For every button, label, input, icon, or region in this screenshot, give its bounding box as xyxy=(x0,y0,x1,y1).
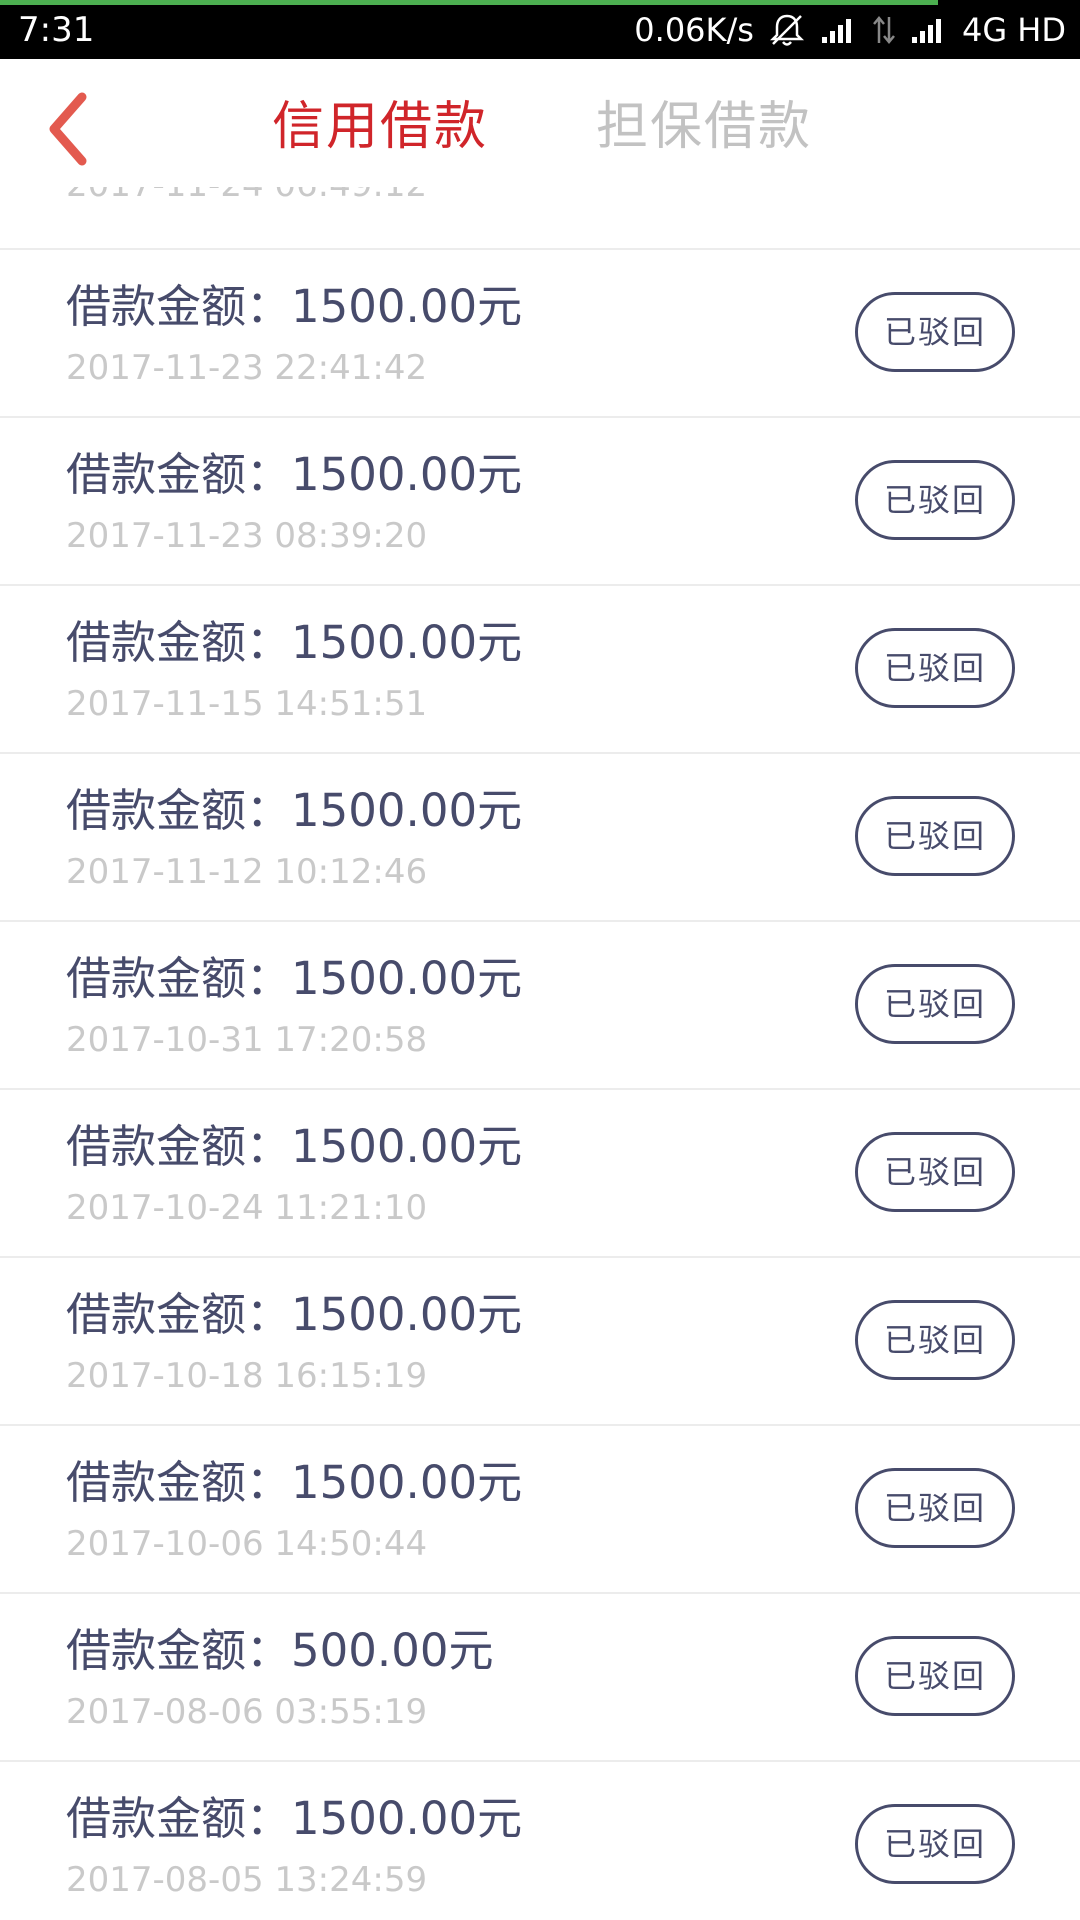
list-item: 借款金额：1500.00元 2017-10-24 11:21:10 已驳回 xyxy=(0,1090,1080,1258)
list-item: 借款金额：1500.00元 2017-10-06 14:50:44 已驳回 xyxy=(0,1426,1080,1594)
list-item: 借款金额：1500.00元 2017-11-23 08:39:20 已驳回 xyxy=(0,418,1080,586)
status-badge[interactable]: 已驳回 xyxy=(855,628,1015,708)
loan-date: 2017-11-12 10:12:46 xyxy=(66,852,428,892)
list-item: 借款金额：1500.00元 2017-11-12 10:12:46 已驳回 xyxy=(0,754,1080,922)
loan-amount: 借款金额：1500.00元 xyxy=(66,1456,523,1509)
net-speed: 0.06K/s xyxy=(634,11,754,49)
status-badge[interactable]: 已驳回 xyxy=(855,1468,1015,1548)
status-badge[interactable]: 已驳回 xyxy=(855,964,1015,1044)
loan-date: 2017-11-23 22:41:42 xyxy=(66,348,428,388)
loan-date: 2017-08-05 13:24:59 xyxy=(66,1860,428,1900)
loan-amount: 借款金额：1500.00元 xyxy=(66,952,523,1005)
list-item: 借款金额：1500.00元 2017-11-23 22:41:42 已驳回 xyxy=(0,250,1080,418)
loan-amount: 借款金额：1500.00元 xyxy=(66,784,523,837)
back-button[interactable] xyxy=(40,89,106,169)
loan-list[interactable]: 2017-11-24 06:49:12 借款金额：1500.00元 2017-1… xyxy=(0,187,1080,1920)
tab-credit-loan[interactable]: 信用借款 xyxy=(272,97,488,157)
status-bar: 7:31 0.06K/s 4G HD xyxy=(0,0,1080,59)
muted-bell-icon xyxy=(768,11,806,49)
loan-date: 2017-10-18 16:15:19 xyxy=(66,1356,428,1396)
loan-amount: 借款金额：1500.00元 xyxy=(66,1792,523,1845)
list-item: 借款金额：1500.00元 2017-08-05 13:24:59 已驳回 xyxy=(0,1762,1080,1920)
network-type: 4G HD xyxy=(961,11,1066,49)
status-badge[interactable]: 已驳回 xyxy=(855,1636,1015,1716)
list-item: 借款金额：1500.00元 2017-10-18 16:15:19 已驳回 xyxy=(0,1258,1080,1426)
loan-amount: 借款金额：1500.00元 xyxy=(66,448,523,501)
status-badge[interactable]: 已驳回 xyxy=(855,1804,1015,1884)
loan-amount: 借款金额：500.00元 xyxy=(66,1624,494,1677)
list-item: 2017-11-24 06:49:12 xyxy=(0,187,1080,250)
loan-amount: 借款金额：1500.00元 xyxy=(66,1288,523,1341)
list-item: 借款金额：500.00元 2017-08-06 03:55:19 已驳回 xyxy=(0,1594,1080,1762)
loan-date: 2017-10-24 11:21:10 xyxy=(66,1188,428,1228)
loan-date: 2017-10-31 17:20:58 xyxy=(66,1020,428,1060)
data-arrows-icon xyxy=(872,15,896,45)
loan-date: 2017-08-06 03:55:19 xyxy=(66,1692,428,1732)
loan-amount: 借款金额：1500.00元 xyxy=(66,1120,523,1173)
list-item: 借款金额：1500.00元 2017-10-31 17:20:58 已驳回 xyxy=(0,922,1080,1090)
page-load-progress xyxy=(0,0,938,5)
status-badge[interactable]: 已驳回 xyxy=(855,796,1015,876)
loan-date: 2017-11-24 06:49:12 xyxy=(66,187,427,205)
status-badge[interactable]: 已驳回 xyxy=(855,292,1015,372)
loan-date: 2017-10-06 14:50:44 xyxy=(66,1524,428,1564)
loan-date: 2017-11-15 14:51:51 xyxy=(66,684,428,724)
chevron-left-icon xyxy=(49,92,87,166)
list-item: 借款金额：1500.00元 2017-11-15 14:51:51 已驳回 xyxy=(0,586,1080,754)
tab-secured-loan[interactable]: 担保借款 xyxy=(596,97,812,157)
status-badge[interactable]: 已驳回 xyxy=(855,1132,1015,1212)
loan-amount: 借款金额：1500.00元 xyxy=(66,280,523,333)
header: 信用借款 担保借款 xyxy=(0,59,1080,187)
status-time: 7:31 xyxy=(18,10,95,50)
status-badge[interactable]: 已驳回 xyxy=(855,460,1015,540)
signal-icon xyxy=(910,15,948,45)
signal-icon xyxy=(820,15,858,45)
status-badge[interactable]: 已驳回 xyxy=(855,1300,1015,1380)
loan-date: 2017-11-23 08:39:20 xyxy=(66,516,428,556)
status-indicators: 0.06K/s 4G HD xyxy=(634,10,1066,50)
loan-amount: 借款金额：1500.00元 xyxy=(66,616,523,669)
